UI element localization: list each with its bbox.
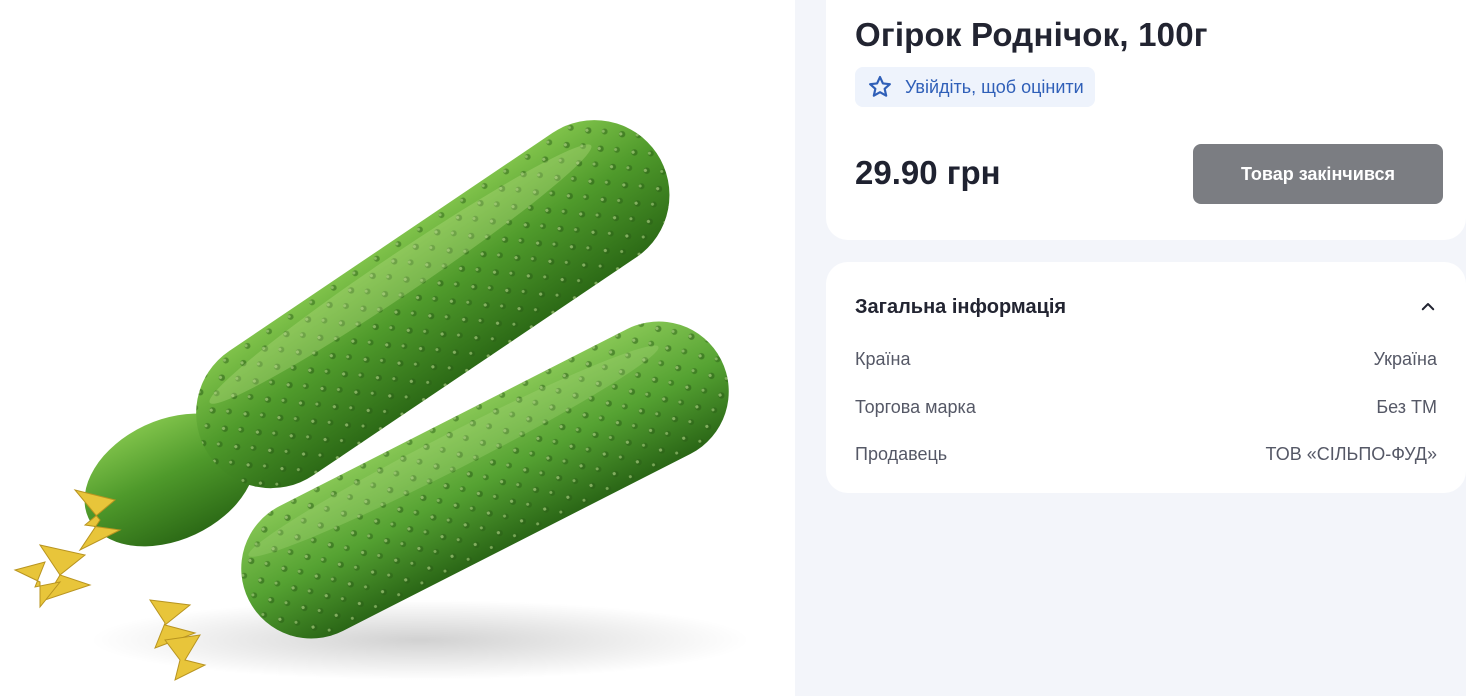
general-info-toggle[interactable]: Загальна інформація <box>855 292 1437 322</box>
info-row-country: Країна Україна <box>855 346 1437 372</box>
info-value: ТОВ «СІЛЬПО-ФУД» <box>1265 443 1437 464</box>
product-image-panel <box>0 0 795 696</box>
out-of-stock-button[interactable]: Товар закінчився <box>1193 144 1443 204</box>
login-to-rate-button[interactable]: Увійдіть, щоб оцінити <box>855 67 1095 107</box>
info-value: Україна <box>1373 348 1437 369</box>
info-value: Без ТМ <box>1376 396 1437 417</box>
info-label: Продавець <box>855 443 948 464</box>
general-info-card: Загальна інформація Країна Україна Торго… <box>826 262 1466 493</box>
info-row-brand: Торгова марка Без ТМ <box>855 394 1437 420</box>
product-sidebar: Огірок Роднічок, 100г Увійдіть, щоб оцін… <box>795 0 1466 696</box>
general-info-heading: Загальна інформація <box>855 295 1067 318</box>
info-label: Торгова марка <box>855 396 976 417</box>
info-row-seller: Продавець ТОВ «СІЛЬПО-ФУД» <box>855 441 1437 467</box>
product-price: 29.90 грн <box>855 154 1001 191</box>
info-label: Країна <box>855 348 911 369</box>
product-image <box>13 120 750 681</box>
login-to-rate-label: Увійдіть, щоб оцінити <box>905 76 1084 97</box>
product-title: Огірок Роднічок, 100г <box>855 16 1208 53</box>
star-outline-icon <box>869 75 891 97</box>
product-summary-card: Огірок Роднічок, 100г Увійдіть, щоб оцін… <box>826 0 1466 240</box>
chevron-up-icon <box>1421 303 1435 311</box>
